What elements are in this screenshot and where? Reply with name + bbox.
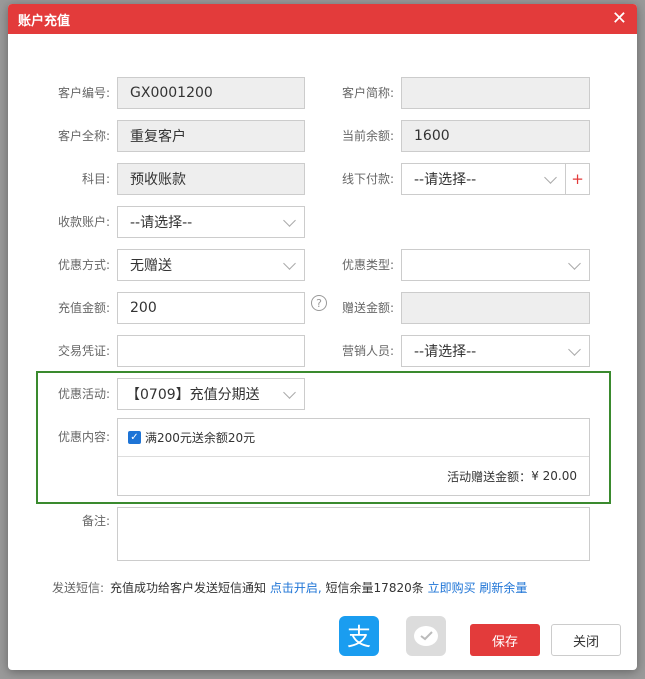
- receive-account-label: 收款账户:: [57, 215, 110, 229]
- subject-label: 科目:: [81, 172, 110, 186]
- sms-buy-link[interactable]: 立即购买: [428, 581, 476, 595]
- promo-method-value: 无赠送: [130, 258, 172, 274]
- add-payment-button[interactable]: +: [566, 163, 590, 195]
- promo-total-value: ¥ 20.00: [531, 469, 577, 483]
- receive-account-select[interactable]: --请选择--: [117, 206, 305, 238]
- recharge-amount-label: 充值金额:: [57, 301, 110, 315]
- voucher-label: 交易凭证:: [57, 344, 110, 358]
- promo-type-select[interactable]: [401, 249, 590, 281]
- promo-type-label: 优惠类型:: [341, 258, 394, 272]
- gift-amount-field: [401, 292, 590, 324]
- chevron-down-icon: [283, 214, 296, 227]
- offline-pay-value: --请选择--: [414, 172, 477, 188]
- sms-row: 发送短信: 充值成功给客户发送短信通知 点击开启, 短信余量17820条 立即购买…: [52, 579, 527, 596]
- chevron-down-icon: [283, 257, 296, 270]
- save-button[interactable]: 保存: [470, 624, 540, 656]
- sms-enable-link[interactable]: 点击开启,: [270, 581, 322, 595]
- customer-full-field: 重复客户: [117, 120, 305, 152]
- sales-value: --请选择--: [414, 344, 477, 360]
- promo-option-row[interactable]: ✓ 满200元送余额20元: [118, 419, 589, 457]
- sales-label: 营销人员:: [341, 344, 394, 358]
- balance-label: 当前余额:: [341, 129, 394, 143]
- customer-short-label: 客户简称:: [341, 86, 394, 100]
- close-icon[interactable]: ✕: [612, 10, 627, 28]
- chevron-down-icon: [283, 386, 296, 399]
- customer-no-field: GX0001200: [117, 77, 305, 109]
- close-button[interactable]: 关闭: [551, 624, 621, 656]
- sms-text: 充值成功给客户发送短信通知: [110, 581, 267, 595]
- receive-account-value: --请选择--: [130, 215, 193, 231]
- promo-total-row: 活动赠送金额： ¥ 20.00: [118, 457, 589, 495]
- customer-short-field: [401, 77, 590, 109]
- offline-pay-label: 线下付款:: [341, 172, 394, 186]
- voucher-input[interactable]: [117, 335, 305, 367]
- sms-label: 发送短信:: [52, 581, 105, 595]
- sms-refresh-link[interactable]: 刷新余量: [479, 581, 527, 595]
- dialog-title: 账户充值: [18, 13, 71, 29]
- promo-method-label: 优惠方式:: [57, 258, 110, 272]
- dialog-titlebar: 账户充值 ✕: [8, 4, 637, 34]
- remark-textarea[interactable]: [117, 507, 590, 561]
- sms-remain: 短信余量17820条: [325, 581, 424, 595]
- checkbox-checked-icon[interactable]: ✓: [128, 431, 141, 444]
- subject-field: 预收账款: [117, 163, 305, 195]
- balance-field: 1600: [401, 120, 590, 152]
- wechat-pay-icon[interactable]: [406, 616, 446, 656]
- remark-label: 备注:: [81, 514, 110, 528]
- chevron-down-icon: [568, 343, 581, 356]
- promo-activity-value: 【0709】充值分期送: [126, 387, 260, 403]
- sales-select[interactable]: --请选择--: [401, 335, 590, 367]
- offline-pay-select[interactable]: --请选择--: [401, 163, 566, 195]
- promo-activity-label: 优惠活动:: [57, 387, 110, 401]
- recharge-amount-input[interactable]: 200: [117, 292, 305, 324]
- gift-amount-label: 赠送金额:: [341, 301, 394, 315]
- alipay-icon[interactable]: 支: [339, 616, 379, 656]
- promo-content-box: ✓ 满200元送余额20元 活动赠送金额： ¥ 20.00: [117, 418, 590, 496]
- customer-full-label: 客户全称:: [57, 129, 110, 143]
- chevron-down-icon: [568, 257, 581, 270]
- promo-content-label: 优惠内容:: [57, 430, 110, 444]
- recharge-dialog: 账户充值 ✕ 客户编号: GX0001200 客户简称: 客户全称: 重复客户 …: [8, 4, 637, 670]
- promo-method-select[interactable]: 无赠送: [117, 249, 305, 281]
- promo-option-label: 满200元送余额20元: [145, 431, 256, 445]
- chevron-down-icon: [544, 171, 557, 184]
- customer-no-label: 客户编号:: [57, 86, 110, 100]
- promo-total-label: 活动赠送金额：: [447, 469, 532, 484]
- promo-activity-select[interactable]: 【0709】充值分期送: [117, 378, 305, 410]
- svg-text:支: 支: [347, 623, 371, 651]
